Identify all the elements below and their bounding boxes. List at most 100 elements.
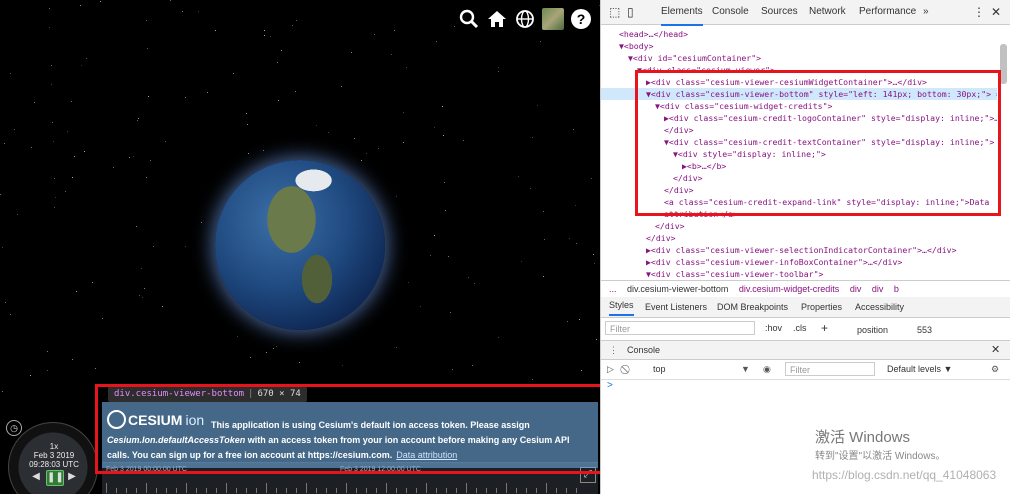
more-tabs-icon[interactable]: » [923, 0, 929, 24]
tab-dom-breakpoints[interactable]: DOM Breakpoints [717, 297, 788, 317]
timeline-tick [456, 488, 457, 493]
timeline-tick [556, 488, 557, 493]
star [250, 357, 251, 358]
close-icon[interactable]: ✕ [991, 0, 1001, 24]
globe-icon[interactable] [514, 8, 536, 30]
imagery-icon[interactable] [542, 8, 564, 30]
inspect-icon[interactable]: ⬚ [609, 0, 620, 24]
timeline-tick [156, 488, 157, 493]
star [150, 160, 151, 161]
star [521, 261, 522, 262]
star [406, 67, 407, 68]
star [84, 151, 85, 152]
dom-node[interactable]: <head>…</head> [601, 28, 997, 40]
breadcrumb-item[interactable]: div [872, 284, 884, 294]
tab-performance[interactable]: Performance [859, 0, 916, 24]
star [403, 112, 404, 113]
dom-node[interactable]: ▶<div class="cesium-viewer-selectionIndi… [601, 244, 997, 256]
dom-node[interactable]: ▶<div class="cesium-viewer-infoBoxContai… [601, 256, 997, 268]
star [71, 101, 72, 102]
dom-node[interactable]: ▼<div class="cesium-viewer-toolbar"> [601, 268, 997, 280]
styles-filter-input[interactable]: Filter [605, 321, 755, 335]
help-icon[interactable]: ? [570, 8, 592, 30]
hov-toggle[interactable]: :hov [765, 318, 782, 338]
console-prompt[interactable]: > [607, 380, 613, 391]
timeline-tick [366, 488, 367, 493]
star [248, 153, 249, 154]
tab-console[interactable]: Console [712, 0, 749, 24]
dom-node[interactable]: </div> [601, 220, 997, 232]
star [443, 135, 444, 136]
star [139, 295, 140, 296]
star [270, 36, 271, 37]
console-filter-input[interactable]: Filter [785, 362, 875, 376]
timeline-tick [446, 488, 447, 493]
sidebar-toggle-icon[interactable]: ▷ [607, 359, 614, 379]
star [450, 312, 451, 313]
tab-network[interactable]: Network [809, 0, 846, 24]
star [573, 129, 574, 130]
tab-accessibility[interactable]: Accessibility [855, 297, 904, 317]
star [430, 255, 431, 256]
star [394, 30, 395, 31]
star [266, 352, 267, 353]
tab-console-drawer[interactable]: Console [627, 341, 660, 359]
star [278, 100, 279, 101]
dom-node[interactable]: ▼<body> [601, 40, 997, 52]
close-drawer-icon[interactable]: ✕ [991, 341, 1000, 359]
devtools-panel: ⬚ ▯ Elements Console Sources Network Per… [600, 0, 1010, 494]
star [17, 214, 18, 215]
star [247, 124, 248, 125]
home-icon[interactable] [486, 8, 508, 30]
search-icon[interactable] [458, 8, 480, 30]
tab-sources[interactable]: Sources [761, 0, 798, 24]
tab-properties[interactable]: Properties [801, 297, 842, 317]
timeline-tick [566, 488, 567, 493]
device-icon[interactable]: ▯ [627, 0, 634, 24]
cesium-viewer[interactable]: ? ◷ 1x Feb 3 2019 09:28:03 UTC ◀ ❚❚ ▶ Fe… [0, 0, 600, 494]
breadcrumb-item[interactable]: div.cesium-viewer-bottom [627, 284, 728, 294]
star [445, 210, 446, 211]
rewind-button[interactable]: ◀ [30, 470, 42, 484]
tab-event-listeners[interactable]: Event Listeners [645, 297, 707, 317]
star [378, 148, 379, 149]
dom-node[interactable]: </div> [601, 232, 997, 244]
star [434, 127, 435, 128]
devtools-tabbar: ⬚ ▯ Elements Console Sources Network Per… [601, 0, 1010, 26]
dom-scrollbar[interactable] [1000, 44, 1007, 84]
star [162, 306, 163, 307]
globe[interactable] [215, 160, 385, 330]
star [246, 113, 247, 114]
eye-icon[interactable]: ◉ [763, 359, 771, 379]
chevron-down-icon[interactable]: ▼ [741, 359, 750, 379]
play-button[interactable]: ▶ [66, 470, 78, 484]
add-rule-button[interactable]: + [821, 318, 828, 338]
star [264, 35, 265, 36]
star [4, 143, 5, 144]
star [92, 282, 93, 283]
gear-icon[interactable]: ⚙ [991, 359, 999, 379]
clock-icon[interactable]: ◷ [6, 420, 22, 436]
timeline-tick [116, 488, 117, 493]
breadcrumb-item[interactable]: div [850, 284, 862, 294]
star [543, 276, 544, 277]
breadcrumb-item[interactable]: ... [609, 284, 617, 294]
star [575, 205, 576, 206]
drawer-menu-icon[interactable]: ⋮ [609, 341, 618, 359]
star [31, 147, 32, 148]
annotation-box [95, 384, 600, 474]
tab-styles[interactable]: Styles [609, 297, 634, 316]
log-levels-select[interactable]: Default levels ▼ [887, 359, 952, 379]
breadcrumb-item[interactable]: div.cesium-widget-credits [739, 284, 839, 294]
cls-toggle[interactable]: .cls [793, 318, 807, 338]
kebab-menu-icon[interactable]: ⋮ [973, 0, 985, 24]
context-select[interactable]: top [653, 359, 666, 379]
dom-node[interactable]: ▼<div id="cesiumContainer"> [601, 52, 997, 64]
star [594, 263, 595, 264]
breadcrumb-item[interactable]: b [894, 284, 899, 294]
star [141, 268, 142, 269]
tab-elements[interactable]: Elements [661, 0, 703, 26]
animation-widget[interactable]: ◷ 1x Feb 3 2019 09:28:03 UTC ◀ ❚❚ ▶ [4, 418, 98, 494]
star [137, 120, 138, 121]
pause-button[interactable]: ❚❚ [46, 470, 64, 486]
